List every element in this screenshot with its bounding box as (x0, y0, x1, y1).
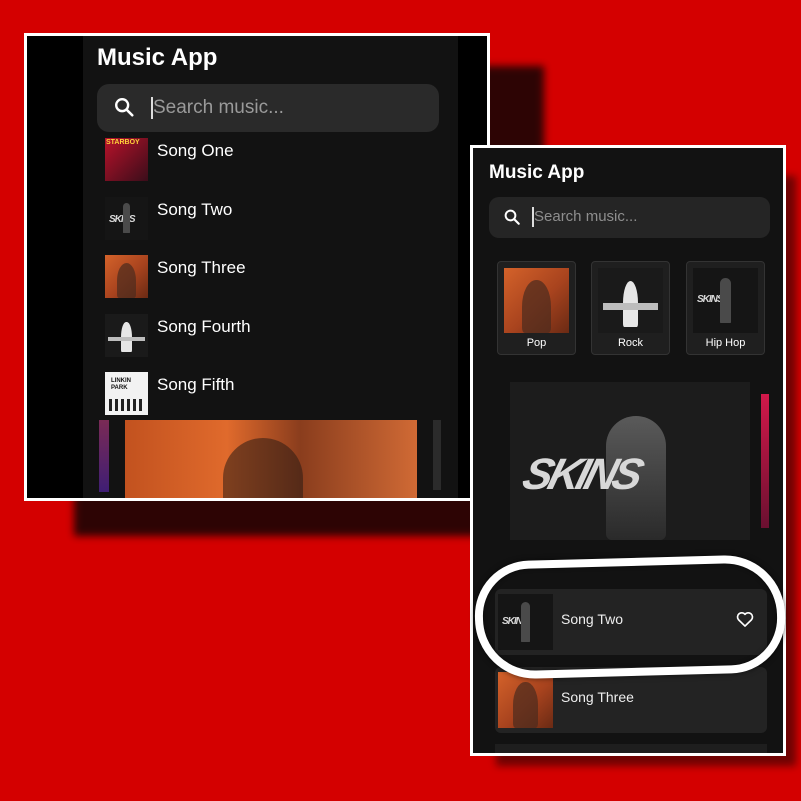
search-icon (503, 208, 521, 231)
list-item[interactable]: Song One (97, 131, 442, 190)
carousel-prev-card[interactable] (99, 420, 109, 492)
next-list-item[interactable] (495, 744, 767, 753)
post-malone-album-cover (498, 672, 553, 728)
skins-featured-cover: SKINS (517, 450, 646, 499)
page-title: Music App (97, 44, 218, 71)
carousel-next-card[interactable] (761, 394, 769, 528)
genre-label: Hip Hop (705, 337, 746, 349)
featured-banner[interactable] (125, 420, 417, 498)
genre-card-pop[interactable]: Pop (497, 261, 576, 355)
post-malone-album-cover (105, 255, 148, 298)
page-title: Music App (489, 162, 585, 183)
list-item[interactable]: Song Fifth (97, 365, 442, 424)
highlight-circle (473, 553, 787, 681)
song-title: Song Three (561, 689, 634, 705)
song-title: Song Fourth (157, 316, 251, 336)
genre-card-hip-hop[interactable]: Hip Hop (686, 261, 765, 355)
search-input[interactable]: Search music... (489, 197, 770, 238)
devil-album-cover (598, 268, 663, 333)
linkin-park-album-cover (105, 372, 148, 415)
search-input[interactable]: Search music... (97, 84, 439, 132)
list-item[interactable]: Song Two (97, 190, 442, 249)
genre-label: Rock (617, 337, 644, 349)
search-icon (113, 96, 135, 123)
search-placeholder: Search music... (153, 97, 284, 118)
genre-card-rock[interactable]: Rock (591, 261, 670, 355)
song-title: Song Fifth (157, 375, 235, 394)
featured-album-card[interactable]: SKINS (510, 382, 750, 540)
devil-album-cover (105, 313, 148, 357)
post-malone-album-cover (504, 268, 569, 333)
search-placeholder: Search music... (534, 208, 638, 225)
song-list: Song One Song Two Song Three Song Fourth… (97, 131, 442, 424)
skins-album-cover (105, 196, 148, 240)
list-item[interactable]: Song Fourth (97, 307, 442, 366)
song-title: Song Two (157, 199, 233, 219)
starboy-album-cover (105, 138, 148, 181)
genre-label: Pop (526, 337, 547, 349)
carousel-next-card[interactable] (433, 420, 441, 490)
artist-photo (223, 438, 303, 498)
left-screenshot: Music App Search music... Song One Song … (24, 33, 490, 501)
song-title: Song Three (157, 258, 246, 277)
list-item[interactable]: Song Three (97, 248, 442, 307)
song-title: Song One (157, 141, 234, 160)
skins-album-cover (693, 268, 758, 333)
